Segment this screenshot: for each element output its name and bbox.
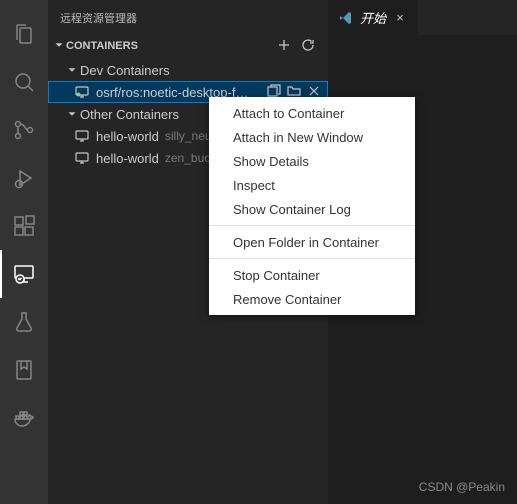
- context-menu: Attach to Container Attach in New Window…: [209, 97, 415, 315]
- activity-scm-icon[interactable]: [0, 106, 48, 154]
- refresh-icon[interactable]: [300, 37, 316, 56]
- tab-start[interactable]: 开始 ×: [328, 0, 418, 35]
- chevron-down-icon: [52, 38, 66, 55]
- container-running-icon: [74, 84, 90, 100]
- chevron-down-icon: [64, 107, 80, 121]
- tree-item-label: hello-world: [96, 151, 159, 166]
- tree-item-desc: silly_neu: [165, 129, 212, 143]
- close-icon[interactable]: ×: [392, 10, 408, 25]
- menu-attach-to-container[interactable]: Attach to Container: [209, 101, 415, 125]
- chevron-down-icon: [64, 63, 80, 77]
- tree-group-label: Other Containers: [80, 107, 179, 122]
- activity-bar: [0, 0, 48, 504]
- menu-show-container-log[interactable]: Show Container Log: [209, 197, 415, 221]
- container-icon: [74, 150, 90, 166]
- tree-group-dev[interactable]: Dev Containers: [48, 59, 328, 81]
- activity-explorer-icon[interactable]: [0, 10, 48, 58]
- watermark: CSDN @Peakin: [419, 480, 505, 494]
- menu-show-details[interactable]: Show Details: [209, 149, 415, 173]
- section-header-containers[interactable]: CONTAINERS: [48, 35, 328, 57]
- menu-attach-new-window[interactable]: Attach in New Window: [209, 125, 415, 149]
- vscode-icon: [338, 10, 354, 26]
- activity-search-icon[interactable]: [0, 58, 48, 106]
- editor-tabs: 开始 ×: [328, 0, 517, 35]
- activity-testing-icon[interactable]: [0, 298, 48, 346]
- tree-group-label: Dev Containers: [80, 63, 170, 78]
- activity-debug-icon[interactable]: [0, 154, 48, 202]
- activity-bookmark-icon[interactable]: [0, 346, 48, 394]
- activity-extensions-icon[interactable]: [0, 202, 48, 250]
- activity-docker-icon[interactable]: [0, 394, 48, 442]
- menu-stop-container[interactable]: Stop Container: [209, 263, 415, 287]
- activity-remote-explorer-icon[interactable]: [0, 250, 48, 298]
- menu-open-folder-in-container[interactable]: Open Folder in Container: [209, 230, 415, 254]
- sidebar-title: 远程资源管理器: [48, 0, 328, 35]
- container-icon: [74, 128, 90, 144]
- menu-separator: [209, 225, 415, 226]
- tree-item-label: hello-world: [96, 129, 159, 144]
- tab-label: 开始: [360, 8, 386, 27]
- menu-remove-container[interactable]: Remove Container: [209, 287, 415, 311]
- add-icon[interactable]: [276, 37, 292, 56]
- menu-separator: [209, 258, 415, 259]
- section-title: CONTAINERS: [66, 40, 276, 52]
- menu-inspect[interactable]: Inspect: [209, 173, 415, 197]
